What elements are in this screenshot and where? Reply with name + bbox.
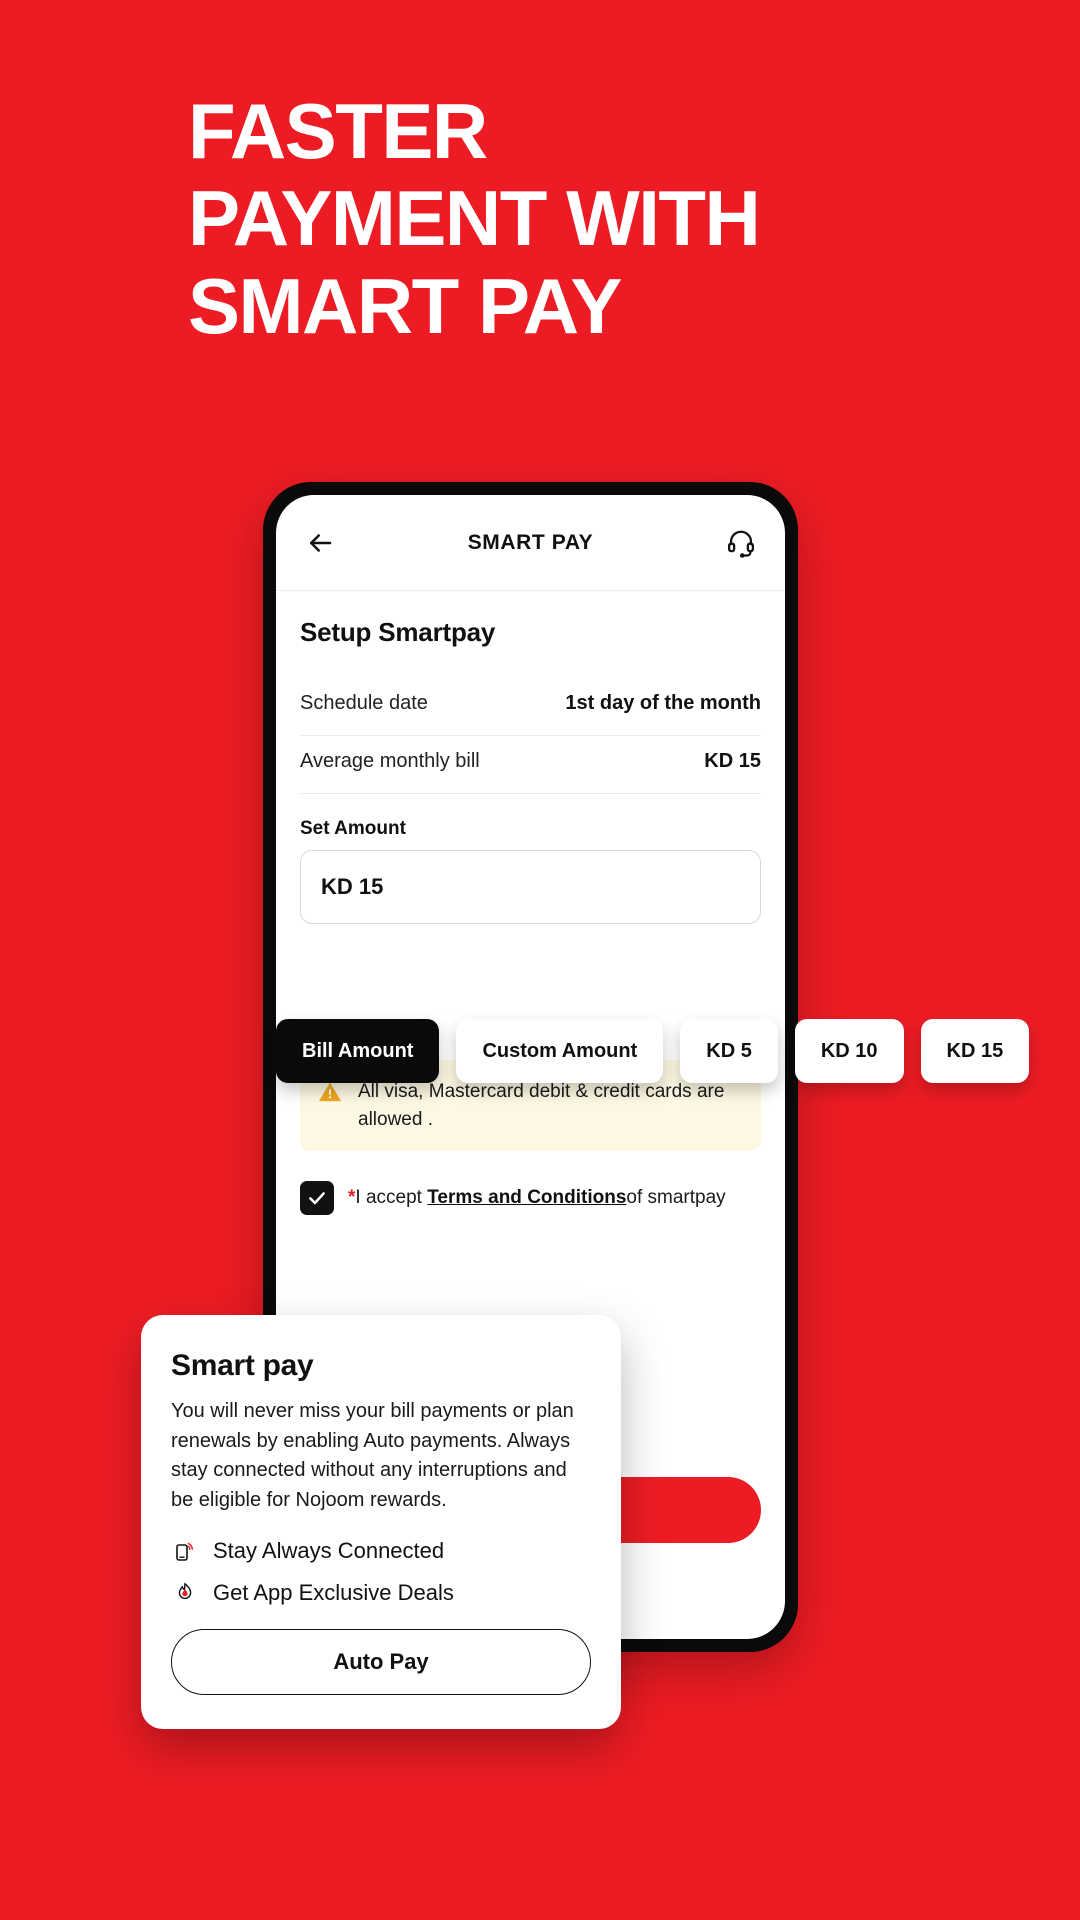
chip-bill-amount[interactable]: Bill Amount (276, 1019, 440, 1083)
arrow-left-icon[interactable] (302, 525, 338, 561)
hero-line-2: PAYMENT WITH (188, 174, 761, 263)
chip-kd-10[interactable]: KD 10 (794, 1019, 904, 1083)
amount-chips-row: Bill Amount Custom Amount KD 5 KD 10 KD … (276, 1019, 1030, 1083)
terms-prefix: I accept (355, 1187, 428, 1209)
hero-line-1: FASTER (188, 87, 488, 175)
page-title: SMART PAY (467, 530, 594, 554)
card-description: You will never miss your bill payments o… (171, 1400, 574, 1511)
feature-stay-connected-label: Stay Always Connected (213, 1538, 445, 1564)
terms-and-conditions-link[interactable]: Terms and Conditions (427, 1187, 626, 1208)
feature-stay-connected: Stay Always Connected (171, 1537, 591, 1565)
feature-exclusive-deals: Get App Exclusive Deals (171, 1579, 591, 1607)
set-amount-input[interactable]: KD 15 (300, 850, 761, 924)
terms-row: *I accept Terms and Conditionsof smartpa… (300, 1181, 761, 1216)
chip-custom-amount[interactable]: Custom Amount (456, 1019, 664, 1083)
app-header: SMART PAY (276, 495, 785, 591)
section-title: Setup Smartpay (300, 617, 496, 647)
terms-suffix: of smartpay (626, 1187, 726, 1209)
average-monthly-bill-label: Average monthly bill (300, 750, 480, 772)
chip-kd-15[interactable]: KD 15 (920, 1019, 1030, 1083)
average-monthly-bill-value: KD 15 (704, 750, 761, 772)
terms-checkbox[interactable] (300, 1181, 334, 1216)
flame-deal-icon (171, 1579, 199, 1607)
set-amount-label: Set Amount (300, 818, 406, 839)
auto-pay-button[interactable]: Auto Pay (171, 1629, 591, 1696)
warning-text: All visa, Mastercard debit & credit card… (358, 1081, 725, 1130)
smart-pay-info-card: Smart pay You will never miss your bill … (141, 1315, 621, 1730)
schedule-date-value: 1st day of the month (565, 692, 761, 714)
hero-line-3: SMART PAY (188, 261, 622, 350)
feature-exclusive-deals-label: Get App Exclusive Deals (213, 1580, 454, 1606)
hero-headline: FASTER PAYMENT WITH SMART PAY (188, 87, 948, 350)
app-body: Setup Smartpay Schedule date 1st day of … (276, 591, 785, 1216)
terms-text: *I accept Terms and Conditionsof smartpa… (348, 1187, 726, 1209)
schedule-date-label: Schedule date (300, 692, 428, 714)
chip-kd-5[interactable]: KD 5 (680, 1019, 778, 1083)
headset-icon[interactable] (723, 525, 759, 561)
schedule-date-row[interactable]: Schedule date 1st day of the month (300, 678, 761, 736)
card-title: Smart pay (171, 1349, 314, 1382)
average-monthly-bill-row: Average monthly bill KD 15 (300, 736, 761, 794)
phone-signal-icon (171, 1537, 199, 1565)
